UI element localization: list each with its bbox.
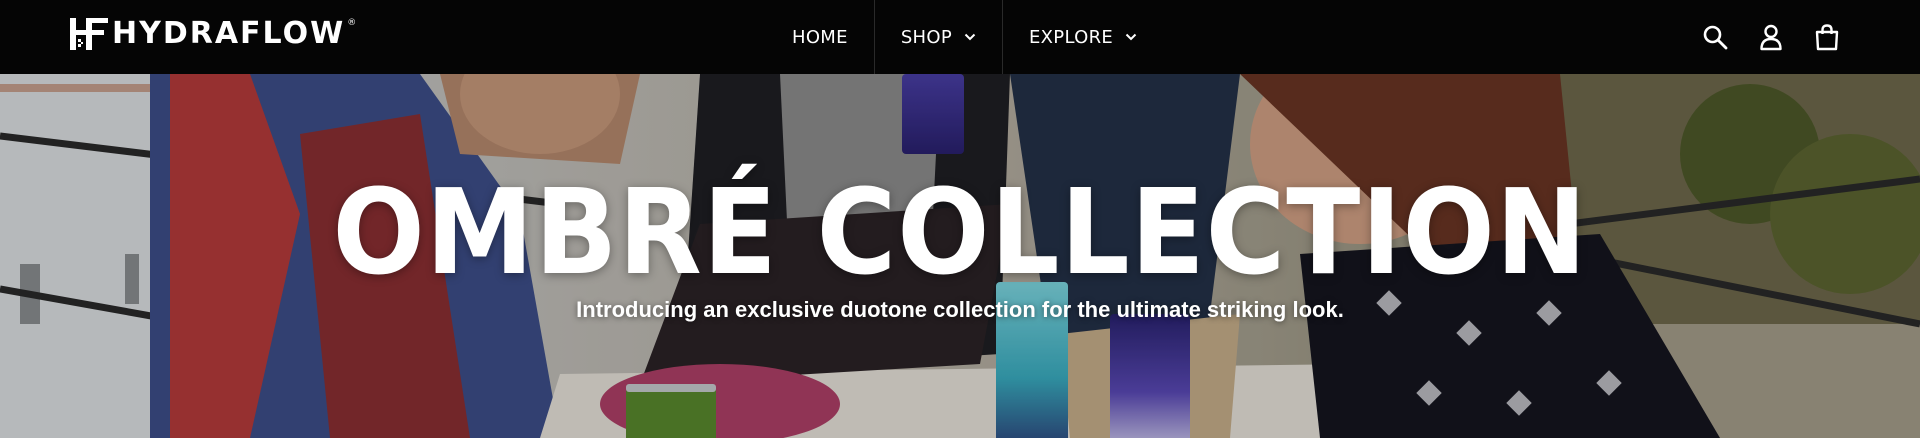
hero-subtitle: Introducing an exclusive duotone collect…	[576, 297, 1344, 322]
header-actions	[1698, 20, 1844, 54]
main-nav: HOME SHOP EXPLORE	[766, 0, 1163, 74]
nav-home-label: HOME	[792, 26, 848, 48]
site-header: HYDRAFLOW ® HOME SHOP EXPLORE	[0, 0, 1920, 74]
search-icon	[1703, 25, 1728, 50]
chevron-down-icon	[964, 33, 976, 41]
brand-name: HYDRAFLOW	[112, 16, 346, 51]
search-button[interactable]	[1698, 20, 1732, 54]
nav-explore[interactable]: EXPLORE	[1003, 0, 1163, 74]
hero-banner[interactable]: OMBRÉ COLLECTION Introducing an exclusiv…	[0, 74, 1920, 438]
cart-button[interactable]	[1810, 20, 1844, 54]
hero-title: OMBRÉ COLLECTION	[332, 163, 1588, 301]
chevron-down-icon	[1125, 33, 1137, 41]
registered-mark: ®	[347, 18, 357, 28]
nav-home[interactable]: HOME	[766, 0, 874, 74]
brand-logo[interactable]: HYDRAFLOW ®	[68, 17, 356, 51]
account-icon	[1760, 24, 1782, 51]
nav-shop[interactable]: SHOP	[875, 0, 1002, 74]
nav-shop-label: SHOP	[900, 26, 952, 48]
hydraflow-logo-icon	[70, 18, 108, 50]
account-button[interactable]	[1754, 20, 1788, 54]
shopping-bag-icon	[1815, 24, 1839, 51]
nav-explore-label: EXPLORE	[1029, 26, 1114, 48]
